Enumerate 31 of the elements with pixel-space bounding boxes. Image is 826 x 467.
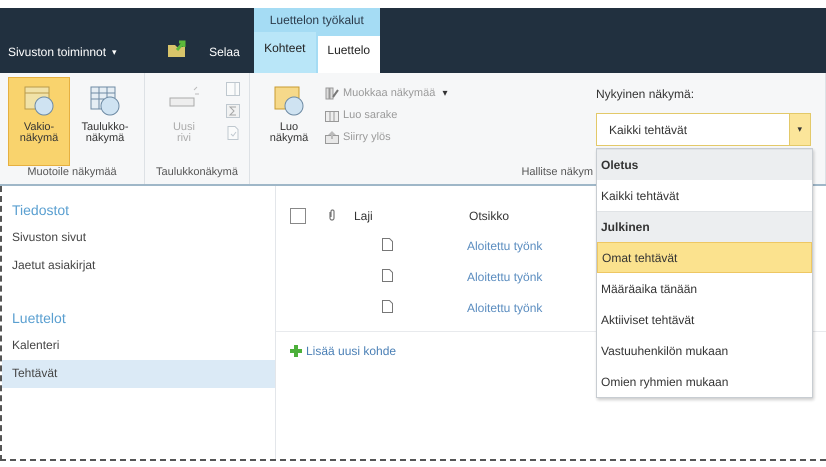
menu-section-header: Oletus — [597, 149, 812, 180]
add-item-link[interactable]: Lisää uusi kohde — [290, 344, 396, 358]
group-label: Muotoile näkymää — [27, 166, 117, 178]
site-actions-menu[interactable]: Sivuston toiminnot ▾ — [0, 45, 128, 73]
browse-tab[interactable]: Selaa — [203, 45, 254, 73]
nav-item[interactable]: Tehtävät — [2, 360, 275, 388]
nav-item[interactable]: Jaetut asiakirjat — [2, 252, 275, 280]
menu-item[interactable]: Omien ryhmien mukaan — [597, 366, 812, 397]
ribbon-tab[interactable]: Luettelo — [318, 36, 380, 73]
menu-item[interactable]: Vastuuhenkilön mukaan — [597, 335, 812, 366]
tab-group-header: Luettelon työkalut — [254, 8, 380, 32]
column-header[interactable]: Otsikko — [469, 209, 510, 223]
nav-item[interactable]: Kalenteri — [2, 332, 275, 360]
view-dropdown[interactable]: Kaikki tehtävät ▾ — [596, 113, 811, 146]
column-header[interactable]: Laji — [354, 209, 469, 223]
ribbon-button[interactable]: Taulukko- näkymä — [74, 77, 136, 166]
group-label: Hallitse näkym — [521, 166, 593, 178]
menu-item[interactable]: Aktiiviset tehtävät — [597, 304, 812, 335]
field-label: Nykyinen näkymä: — [596, 87, 696, 101]
item-link[interactable]: Aloitettu työnk — [467, 270, 542, 284]
ribbon-button[interactable]: Luo näkymä — [258, 77, 320, 166]
ribbon-tab[interactable]: Kohteet — [254, 32, 316, 73]
menu-section-header: Julkinen — [597, 211, 812, 242]
menu-item[interactable]: Määräaika tänään — [597, 273, 812, 304]
ribbon-button[interactable]: Vakio- näkymä — [8, 77, 70, 166]
menu-item[interactable]: Kaikki tehtävät — [597, 180, 812, 211]
item-link[interactable]: Aloitettu työnk — [467, 238, 542, 252]
menu-item[interactable]: Omat tehtävät — [597, 242, 812, 273]
nav-item[interactable]: Sivuston sivut — [2, 224, 275, 252]
item-link[interactable]: Aloitettu työnk — [467, 300, 542, 314]
group-label: Taulukkonäkymä — [156, 166, 238, 178]
